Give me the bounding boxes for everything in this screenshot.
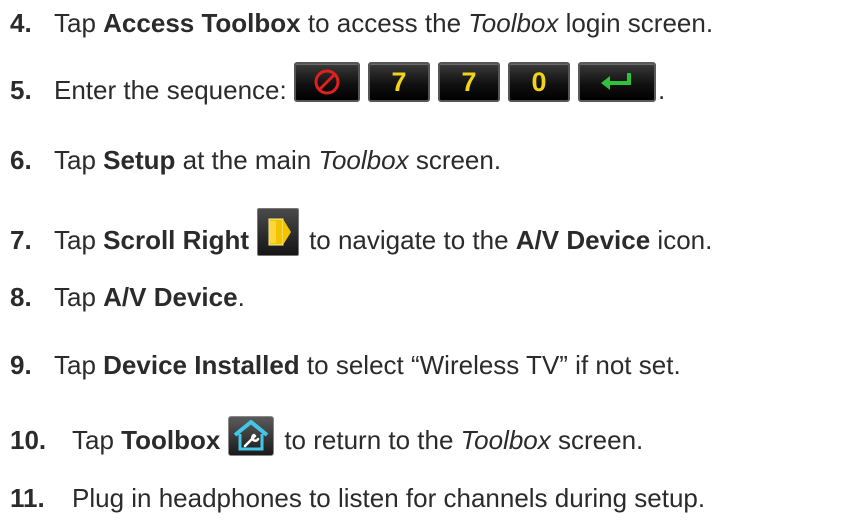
toolbox-home-icon bbox=[228, 416, 275, 456]
step-text: icon. bbox=[650, 225, 713, 255]
step-number: 10. bbox=[10, 425, 47, 455]
step-text: to access the bbox=[300, 8, 469, 38]
step-text: Enter the sequence: bbox=[54, 75, 294, 105]
step-text: login screen. bbox=[558, 8, 714, 38]
step-10: 10. Tap Toolbox to return to the Toolbox… bbox=[10, 416, 868, 460]
step-text: Tap bbox=[54, 145, 104, 175]
toolbox-term: Toolbox bbox=[318, 145, 409, 175]
step-8: 8. Tap A/V Device . bbox=[10, 284, 868, 310]
step-9: 9. Tap Device Installed to select “Wirel… bbox=[10, 352, 868, 378]
step-text: to select “Wireless TV” if not set. bbox=[299, 350, 681, 380]
step-text: . bbox=[237, 282, 245, 312]
step-5: 5. Enter the sequence: 7 7 0 . bbox=[10, 62, 868, 105]
step-text: to return to the bbox=[284, 425, 461, 455]
scroll-right-label: Scroll Right bbox=[103, 225, 250, 255]
step-text: Tap bbox=[54, 8, 104, 38]
digit-key: 7 bbox=[367, 62, 430, 102]
setup-label: Setup bbox=[103, 145, 176, 175]
step-number: 7. bbox=[10, 225, 32, 255]
step-text: Tap bbox=[54, 225, 104, 255]
step-text: Plug in headphones to listen for channel… bbox=[72, 483, 706, 513]
step-number: 6. bbox=[10, 145, 32, 175]
access-toolbox-label: Access Toolbox bbox=[103, 8, 301, 38]
clear-key-icon bbox=[293, 62, 360, 102]
digit-key: 0 bbox=[507, 62, 570, 102]
step-text: screen. bbox=[408, 145, 502, 175]
instruction-list: 4. Tap Access Toolbox to access the Tool… bbox=[0, 0, 868, 525]
step-4: 4. Tap Access Toolbox to access the Tool… bbox=[10, 10, 868, 36]
step-text: Tap bbox=[54, 282, 104, 312]
step-text: Tap bbox=[72, 425, 122, 455]
step-6: 6. Tap Setup at the main Toolbox screen. bbox=[10, 147, 868, 173]
digit-key: 7 bbox=[437, 62, 500, 102]
device-installed-label: Device Installed bbox=[103, 350, 300, 380]
step-text: screen. bbox=[550, 425, 644, 455]
step-number: 5. bbox=[10, 75, 32, 105]
toolbox-label: Toolbox bbox=[121, 425, 221, 455]
step-text: . bbox=[657, 75, 666, 105]
step-number: 11. bbox=[10, 483, 45, 513]
toolbox-term: Toolbox bbox=[468, 8, 559, 38]
step-text: Tap bbox=[54, 350, 104, 380]
enter-key-icon bbox=[577, 62, 656, 102]
step-text: to navigate to the bbox=[309, 225, 516, 255]
av-device-label: A/V Device bbox=[515, 225, 651, 255]
step-11: 11. Plug in headphones to listen for cha… bbox=[10, 485, 868, 511]
scroll-right-icon bbox=[257, 208, 300, 256]
step-7: 7. Tap Scroll Right to navigate to the A… bbox=[10, 208, 868, 264]
step-number: 8. bbox=[10, 282, 32, 312]
toolbox-term: Toolbox bbox=[460, 425, 551, 455]
step-number: 4. bbox=[10, 8, 32, 38]
av-device-label: A/V Device bbox=[103, 282, 238, 312]
step-number: 9. bbox=[10, 350, 32, 380]
step-text: at the main bbox=[175, 145, 319, 175]
